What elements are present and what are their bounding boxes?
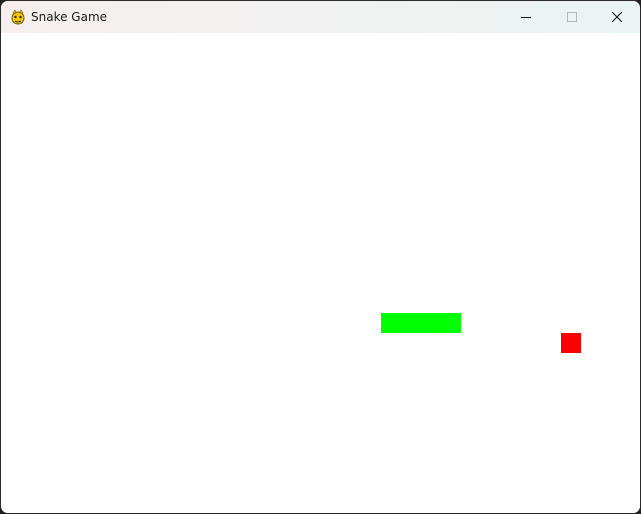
minimize-icon (521, 17, 531, 18)
maximize-icon (567, 12, 577, 22)
pygame-snake-icon (10, 9, 26, 25)
close-button[interactable] (594, 1, 640, 33)
game-canvas[interactable] (1, 33, 640, 513)
close-icon (612, 12, 622, 22)
snake-segment (421, 313, 441, 333)
food-pellet (561, 333, 581, 353)
snake-head (441, 313, 461, 333)
maximize-button[interactable] (549, 1, 595, 33)
minimize-button[interactable] (503, 1, 549, 33)
title-bar[interactable]: Snake Game (1, 1, 640, 33)
window-title: Snake Game (31, 10, 108, 24)
snake-segment (401, 313, 421, 333)
snake-segment (381, 313, 401, 333)
game-window: Snake Game (0, 0, 641, 514)
